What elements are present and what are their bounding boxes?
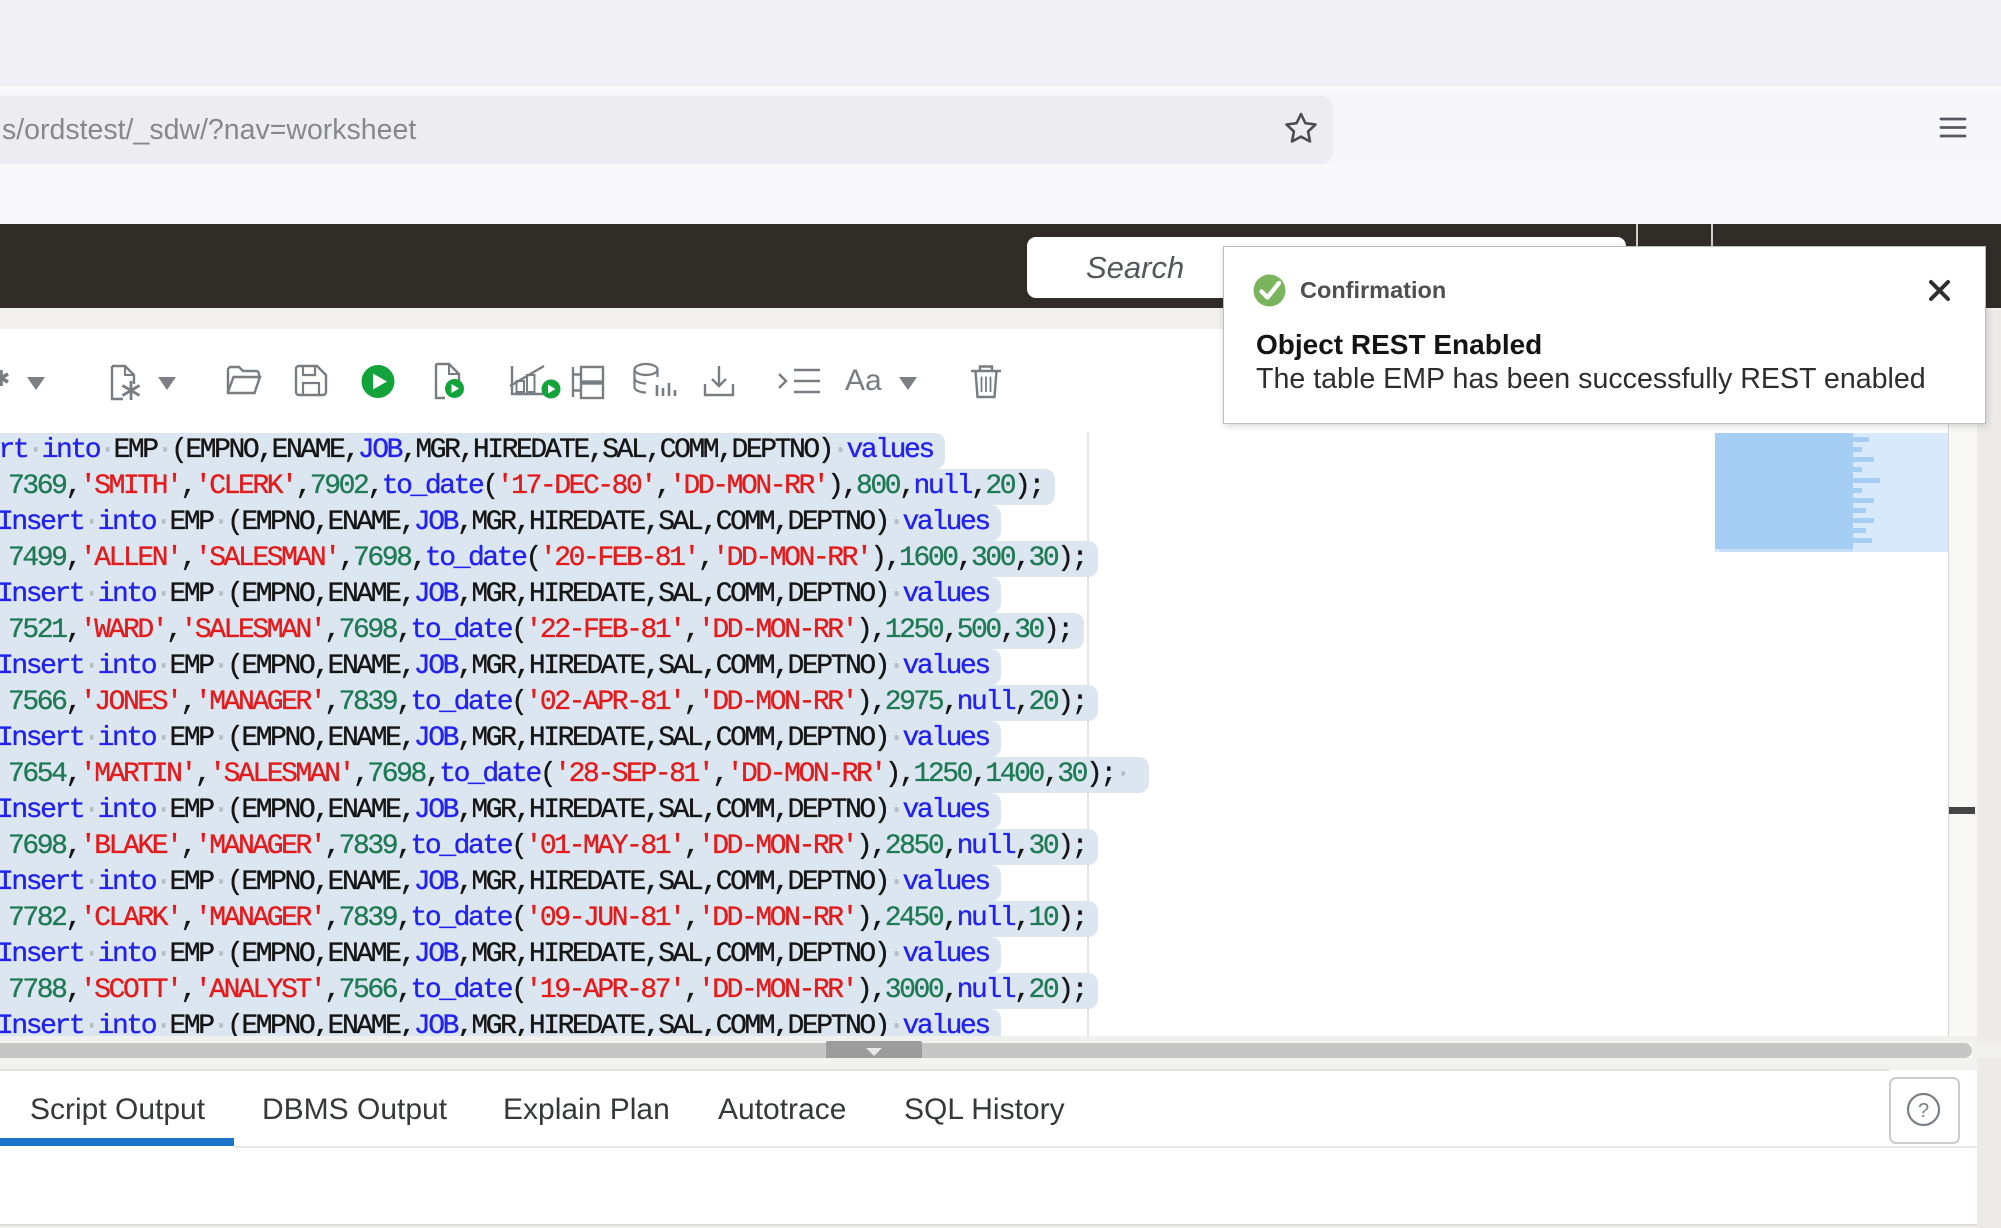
svg-text:Aa: Aa [845,364,882,397]
svg-text:?: ? [1918,1100,1929,1122]
